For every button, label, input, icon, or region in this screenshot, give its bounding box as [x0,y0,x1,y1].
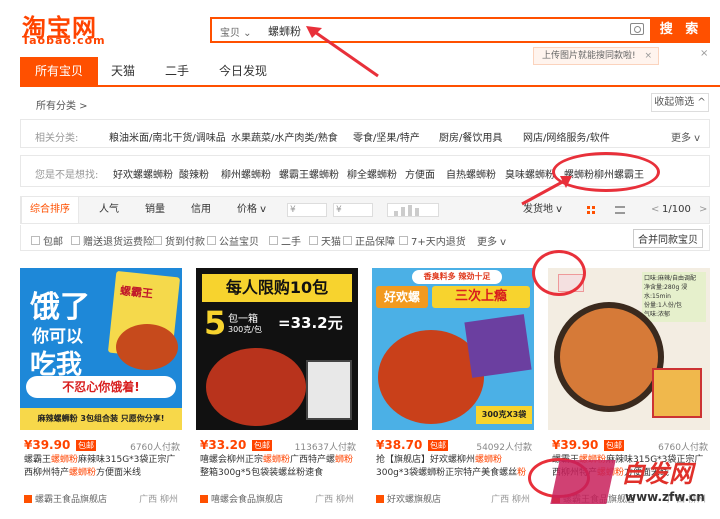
site-watermark: 自发网 www.zfw.cn [550,452,720,519]
annotation-arrows [306,26,572,206]
